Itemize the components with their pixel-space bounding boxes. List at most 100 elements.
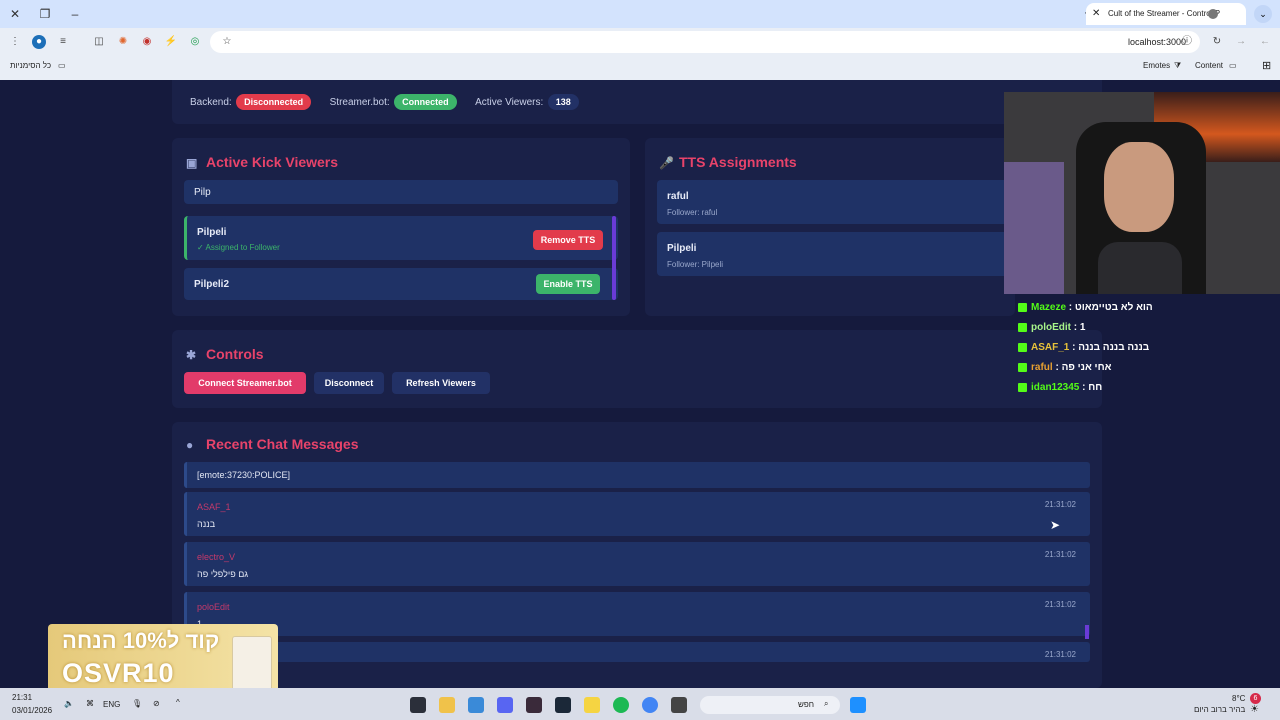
tv-icon: ▣ xyxy=(186,156,198,170)
tts-item: Pilpeli Follower: Pilpeli xyxy=(657,232,1017,276)
taskbar: 21:31 03/01/2026 🔈 ⌘ ENG 🎙 ⊘ ^ חפש ⌕ 8°C… xyxy=(0,688,1280,720)
search-icon: ⌕ xyxy=(824,699,829,708)
viewer-assigned-status: ✓ Assigned to Follower xyxy=(197,243,280,252)
webcam-feed xyxy=(1004,92,1280,294)
controls-title: Controls xyxy=(206,346,264,362)
overlay-chat-text: אחי אני פה xyxy=(1061,362,1112,373)
chat-message: electro_V גם פילפלי פה 21:31:02 xyxy=(184,542,1090,586)
chat-message-text: גם פילפלי פה xyxy=(197,569,249,579)
minimize-window-icon[interactable]: – xyxy=(66,5,84,23)
extension-orange-icon[interactable]: ✺ xyxy=(116,35,130,49)
windows-start-icon[interactable] xyxy=(850,697,866,713)
tab-search-icon[interactable]: ⌄ xyxy=(1254,5,1272,23)
viewer-search-input[interactable]: Pilp xyxy=(184,180,618,204)
chat-message: poloEdit 1 21:31:02 xyxy=(184,592,1090,636)
folder-icon: ▭ xyxy=(1229,61,1237,70)
chat-message: [emote:37230:POLICE] xyxy=(184,462,1090,488)
tray-expand-icon[interactable]: ^ xyxy=(176,698,180,707)
folder-icon: ▭ xyxy=(58,61,66,70)
weather-temp[interactable]: 8°C xyxy=(1232,694,1245,703)
overlay-chat-text: 1 xyxy=(1079,322,1086,333)
tab-bar: ✕ ❐ – + ✕ Cult of the Streamer - Control… xyxy=(0,0,1280,28)
notification-badge[interactable]: 6 xyxy=(1250,693,1261,704)
taskbar-search[interactable]: חפש ⌕ xyxy=(700,696,840,714)
discord-icon[interactable] xyxy=(497,697,513,713)
restore-window-icon[interactable]: ❐ xyxy=(36,5,54,23)
apps-grid-icon[interactable]: ⊞ xyxy=(1262,59,1271,72)
chat-title: Recent Chat Messages xyxy=(206,436,359,452)
app-blue-icon[interactable] xyxy=(468,697,484,713)
weather-text[interactable]: בהיר ברוב היום xyxy=(1194,705,1245,714)
forward-icon[interactable]: → xyxy=(1234,35,1248,49)
tts-item-name: Pilpeli xyxy=(667,243,697,254)
tab-active[interactable]: ✕ Cult of the Streamer - Control P xyxy=(1086,3,1246,25)
connect-streamerbot-button[interactable]: Connect Streamer.bot xyxy=(184,372,306,394)
volume-icon[interactable]: 🔈 xyxy=(64,699,74,708)
clock-time[interactable]: 21:31 xyxy=(12,693,32,702)
kick-viewers-card: ▣ Active Kick Viewers Pilp Pilpeli ✓ Assi… xyxy=(172,138,630,316)
terminal-app-icon[interactable] xyxy=(410,697,426,713)
bookmark-star-icon[interactable]: ☆ xyxy=(220,35,234,49)
chat-message: 21:31:02 xyxy=(184,642,1090,662)
controls-card: ✱ Controls Connect Streamer.bot Disconnec… xyxy=(172,330,1102,408)
viewer-row: Pilpeli ✓ Assigned to Follower Remove TT… xyxy=(184,216,618,260)
viewer-name: Pilpeli xyxy=(197,227,227,238)
location-icon[interactable]: ⊘ xyxy=(153,699,160,708)
chat-message: ASAF_1 בננה 21:31:02 xyxy=(184,492,1090,536)
promo-code: OSVR10 xyxy=(62,658,175,688)
bookmarks-all[interactable]: כל הסימניות xyxy=(10,61,51,70)
controls-heading: ✱ Controls xyxy=(186,346,264,362)
url-text[interactable]: localhost:3000 xyxy=(1128,37,1186,47)
viewer-row: Pilpeli2 Enable TTS xyxy=(184,268,618,300)
kick-badge-icon xyxy=(1018,342,1027,352)
extension-icon[interactable]: ≡ xyxy=(56,35,70,49)
app-dark-icon[interactable] xyxy=(526,697,542,713)
backend-status-badge: Disconnected xyxy=(236,94,312,110)
menu-icon[interactable]: ⋮ xyxy=(8,35,22,49)
language-indicator[interactable]: ENG xyxy=(103,700,120,709)
overlay-chat-user: raful xyxy=(1031,362,1053,373)
streamerbot-status-badge: Connected xyxy=(394,94,457,110)
bookmark-content[interactable]: Content xyxy=(1195,61,1223,70)
network-icon[interactable]: ⌘ xyxy=(86,699,94,708)
bookmark-emotes[interactable]: Emotes xyxy=(1143,61,1170,70)
address-bar[interactable]: ☆ ⓘ xyxy=(210,31,1200,53)
app-window-icon[interactable] xyxy=(671,697,687,713)
clock-date[interactable]: 03/01/2026 xyxy=(12,706,52,715)
spotify-icon[interactable] xyxy=(613,697,629,713)
chat-message-user: poloEdit xyxy=(197,602,230,612)
microphone-icon: 🎤 xyxy=(659,156,674,170)
chrome-icon[interactable] xyxy=(642,697,658,713)
extension-blue-icon[interactable]: ⚡ xyxy=(164,35,178,49)
steam-icon[interactable] xyxy=(555,697,571,713)
file-explorer-icon[interactable] xyxy=(439,697,455,713)
chrome-canary-icon[interactable] xyxy=(584,697,600,713)
back-icon[interactable]: ← xyxy=(1258,35,1272,49)
reload-icon[interactable]: ↻ xyxy=(1210,35,1224,49)
overlay-chat-user: ASAF_1 xyxy=(1031,342,1070,353)
chat-message-time: 21:31:02 xyxy=(1044,550,1076,559)
viewer-search-value: Pilp xyxy=(194,187,211,198)
tts-assignments-card: 🎤 TTS Assignments raful Follower: raful P… xyxy=(645,138,1017,316)
chat-message-time: 21:31:02 xyxy=(1044,650,1076,659)
kick-badge-icon xyxy=(1018,322,1027,332)
mic-icon[interactable]: 🎙 xyxy=(132,699,142,708)
refresh-viewers-button[interactable]: Refresh Viewers xyxy=(392,372,490,394)
streamer-body xyxy=(1098,242,1182,294)
remove-tts-button[interactable]: Remove TTS xyxy=(533,230,603,250)
browser-chrome: ✕ ❐ – + ✕ Cult of the Streamer - Control… xyxy=(0,0,1280,80)
tts-title: TTS Assignments xyxy=(679,154,797,170)
enable-tts-button[interactable]: Enable TTS xyxy=(536,274,600,294)
extensions-puzzle-icon[interactable]: ◫ xyxy=(92,35,106,49)
kick-badge-icon xyxy=(1018,302,1027,312)
perfume-bottle xyxy=(232,636,272,692)
extension-green-icon[interactable]: ◎ xyxy=(188,35,202,49)
disconnect-button[interactable]: Disconnect xyxy=(314,372,384,394)
chat-message-text: [emote:37230:POLICE] xyxy=(197,470,291,480)
chat-scrollbar[interactable] xyxy=(1085,625,1089,639)
profile-icon[interactable]: ● xyxy=(32,35,46,49)
scrollbar[interactable] xyxy=(612,216,616,300)
tab-close-icon[interactable]: ✕ xyxy=(1092,3,1100,25)
close-window-icon[interactable]: ✕ xyxy=(6,5,24,23)
extension-red-icon[interactable]: ◉ xyxy=(140,35,154,49)
